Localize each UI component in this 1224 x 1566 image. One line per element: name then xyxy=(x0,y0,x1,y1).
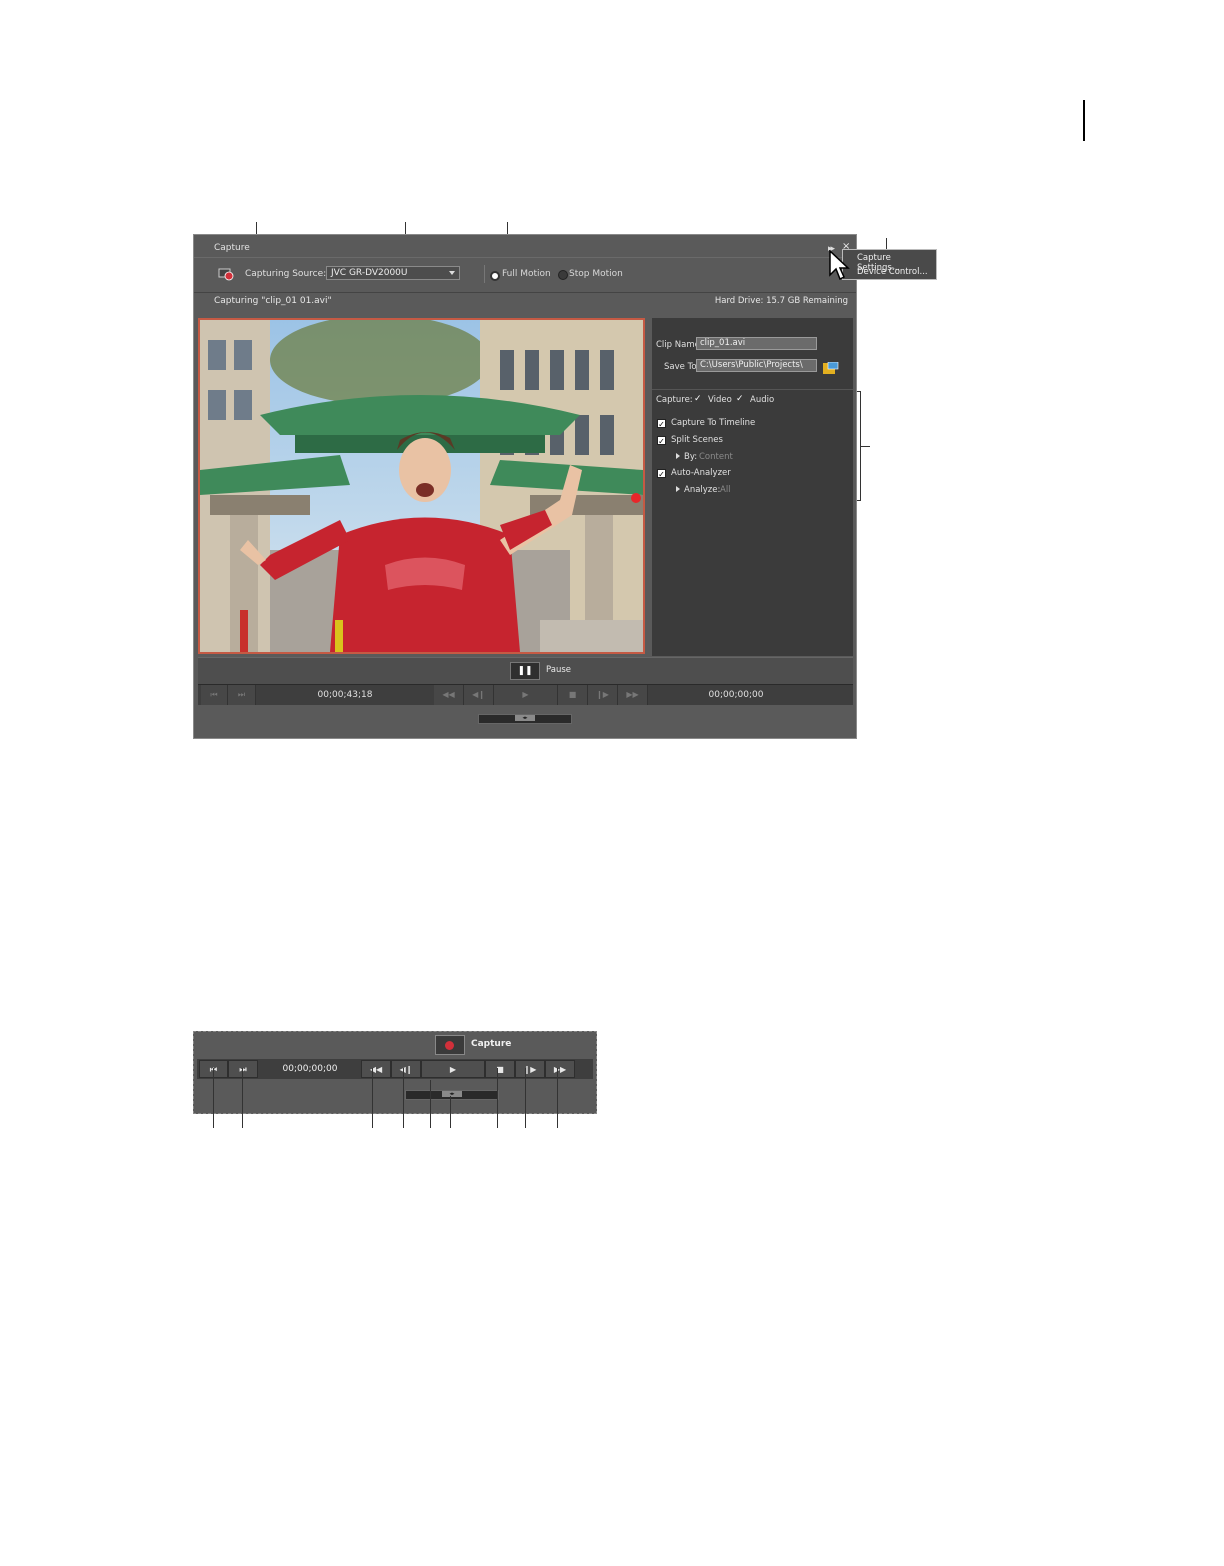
split-scenes-label: Split Scenes xyxy=(671,435,723,445)
capturing-source-label: Capturing Source: xyxy=(245,269,327,279)
rewind-button[interactable]: ◀◀ xyxy=(434,685,464,705)
callout-bracket xyxy=(860,446,870,447)
stop-motion-label: Stop Motion xyxy=(569,269,623,279)
record-icon xyxy=(445,1041,454,1050)
transport-controls: ⏮ ⏭ 00;00;43;18 ◀◀ ◀❙ ▶ ■ ❙▶ ▶▶ 00;00;00… xyxy=(198,684,853,705)
panel-options-menu: Capture Settings... Device Control... xyxy=(842,249,937,280)
audio-label: Audio xyxy=(750,395,775,405)
video-frame-image xyxy=(200,320,643,652)
panel-divider xyxy=(652,389,853,390)
strip-timecode: 00;00;00;00 xyxy=(282,1064,338,1074)
auto-analyzer-label: Auto-Analyzer xyxy=(671,468,731,478)
save-to-input[interactable]: C:\Users\Public\Projects\ xyxy=(696,359,817,372)
toolbar-divider xyxy=(484,265,485,283)
panel-title: Capture xyxy=(214,243,250,253)
clip-name-label: Clip Name xyxy=(656,340,700,350)
shuttle-knob[interactable]: ◂▸ xyxy=(515,715,535,721)
capture-to-timeline-checkbox[interactable]: ✓ xyxy=(657,419,666,429)
analyze-value[interactable]: All xyxy=(720,485,731,495)
split-scenes-checkbox[interactable]: ✓ xyxy=(657,436,666,446)
capture-label: Capture: xyxy=(656,395,693,405)
callout-line xyxy=(213,1068,214,1128)
fast-forward-button[interactable]: ▶▶ xyxy=(545,1060,575,1078)
expand-triangle-icon[interactable] xyxy=(676,453,680,459)
step-forward-button[interactable]: ❙▶ xyxy=(515,1060,545,1078)
pause-bar: ❚❚ Pause xyxy=(198,657,853,684)
by-label: By: xyxy=(684,452,698,462)
callout-line xyxy=(557,1068,558,1128)
video-check-icon[interactable]: ✓ xyxy=(694,394,702,404)
chevron-down-icon xyxy=(449,271,455,275)
stop-button[interactable]: ■ xyxy=(558,685,588,705)
page-edge-mark xyxy=(1083,100,1085,141)
go-to-end-button[interactable]: ⏭ xyxy=(228,685,256,705)
capture-panel: Capture ▸▸ × Capturing Source: JVC GR-DV… xyxy=(193,234,857,739)
callout-line xyxy=(403,1068,404,1128)
play-button[interactable]: ▶ xyxy=(421,1060,485,1078)
strip-transport-controls: ⏮ ⏭ 00;00;00;00 ◀◀ ◀❙ ▶ ■ ❙▶ ▶▶ xyxy=(197,1059,593,1079)
capture-control-strip: Capture ⏮ ⏭ 00;00;00;00 ◀◀ ◀❙ ▶ ■ ❙▶ ▶▶ … xyxy=(193,1031,597,1114)
fast-forward-button[interactable]: ▶▶ xyxy=(618,685,648,705)
callout-line xyxy=(430,1080,431,1128)
full-motion-radio[interactable] xyxy=(490,271,500,281)
capture-button[interactable] xyxy=(435,1035,465,1055)
audio-check-icon[interactable]: ✓ xyxy=(736,394,744,404)
strip-shuttle-slider[interactable]: ◂▸ xyxy=(405,1090,499,1100)
capture-status: Capturing "clip_01 01.avi" xyxy=(214,296,332,306)
shuttle-slider[interactable]: ◂▸ xyxy=(478,714,572,724)
capture-settings-panel: Clip Name clip_01.avi Save To: C:\Users\… xyxy=(652,318,853,656)
capture-label: Capture xyxy=(471,1039,512,1049)
clip-name-input[interactable]: clip_01.avi xyxy=(696,337,817,350)
current-timecode: 00;00;43;18 xyxy=(317,690,373,700)
capturing-source-value: JVC GR-DV2000U xyxy=(331,268,408,278)
pause-label: Pause xyxy=(546,665,571,675)
video-label: Video xyxy=(708,395,732,405)
record-camera-icon xyxy=(218,268,234,281)
capturing-source-select[interactable]: JVC GR-DV2000U xyxy=(326,266,460,280)
go-to-end-button[interactable]: ⏭ xyxy=(228,1060,258,1078)
pause-button[interactable]: ❚❚ xyxy=(510,662,540,680)
expand-triangle-icon[interactable] xyxy=(676,486,680,492)
callout-line xyxy=(242,1068,243,1128)
save-to-label: Save To: xyxy=(664,362,700,372)
callout-line xyxy=(525,1068,526,1128)
hard-drive-status: Hard Drive: 15.7 GB Remaining xyxy=(714,296,848,306)
rewind-button[interactable]: ◀◀ xyxy=(361,1060,391,1078)
stop-motion-radio[interactable] xyxy=(558,270,568,280)
video-preview xyxy=(198,318,645,654)
full-motion-label: Full Motion xyxy=(502,269,551,279)
auto-analyzer-checkbox[interactable]: ✓ xyxy=(657,469,666,479)
capture-to-timeline-label: Capture To Timeline xyxy=(671,418,756,428)
mouse-pointer-icon xyxy=(829,250,850,281)
play-button[interactable]: ▶ xyxy=(494,685,558,705)
by-value[interactable]: Content xyxy=(699,452,733,462)
callout-line xyxy=(450,1096,451,1128)
go-to-start-button[interactable]: ⏮ xyxy=(201,685,228,705)
duration-timecode: 00;00;00;00 xyxy=(708,690,764,700)
stop-button[interactable]: ■ xyxy=(485,1060,515,1078)
analyze-label: Analyze: xyxy=(684,485,721,495)
step-back-button[interactable]: ◀❙ xyxy=(391,1060,421,1078)
callout-line xyxy=(372,1068,373,1128)
browse-folder-icon[interactable] xyxy=(823,362,839,374)
menu-item-device-control[interactable]: Device Control... xyxy=(857,267,928,277)
step-back-button[interactable]: ◀❙ xyxy=(464,685,494,705)
callout-line xyxy=(497,1068,498,1128)
strip-shuttle-knob[interactable]: ◂▸ xyxy=(442,1091,462,1097)
step-forward-button[interactable]: ❙▶ xyxy=(588,685,618,705)
